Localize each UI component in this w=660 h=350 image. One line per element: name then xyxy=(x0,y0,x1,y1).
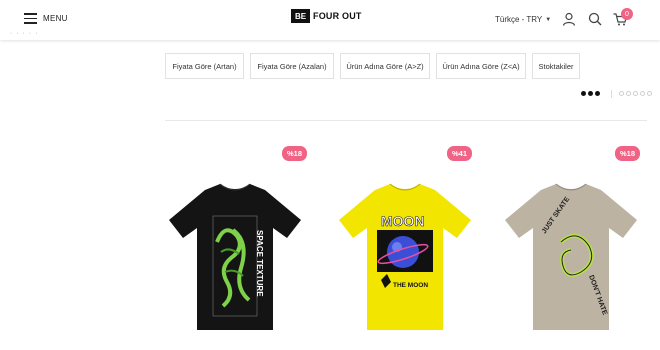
product-image: JUST SKATE DON'T HATE xyxy=(505,183,637,330)
product-image: MOON THE MOON xyxy=(339,183,471,330)
sort-name-asc-button[interactable]: Ürün Adına Göre (A>Z) xyxy=(340,53,430,79)
svg-text:SPACE TEXTURE: SPACE TEXTURE xyxy=(255,230,264,297)
discount-badge: %18 xyxy=(615,146,640,161)
sort-in-stock-button[interactable]: Stoktakiler xyxy=(532,53,580,79)
language-currency-selector[interactable]: Türkçe - TRY ▼ xyxy=(495,15,551,24)
divider xyxy=(165,120,647,121)
cart-count-badge: 0 xyxy=(621,8,633,20)
menu-label: MENU xyxy=(43,14,68,23)
chevron-down-icon: ▼ xyxy=(545,16,552,23)
sort-name-desc-button[interactable]: Ürün Adına Göre (Z<A) xyxy=(436,53,526,79)
logo[interactable]: BE FOUR OUT xyxy=(291,9,362,23)
grid-3-view-toggle[interactable] xyxy=(581,91,600,96)
logo-text: FOUR OUT xyxy=(313,11,362,21)
language-currency-label: Türkçe - TRY xyxy=(495,15,543,24)
sort-price-asc-button[interactable]: Fiyata Göre (Artan) xyxy=(165,53,244,79)
product-card[interactable]: %18 SPACE TEXTURE xyxy=(165,140,307,340)
sort-options: Fiyata Göre (Artan) Fiyata Göre (Azalan)… xyxy=(165,53,580,79)
menu-button[interactable]: MENU xyxy=(24,13,68,24)
svg-text:THE MOON: THE MOON xyxy=(393,282,428,289)
sort-price-desc-button[interactable]: Fiyata Göre (Azalan) xyxy=(250,53,334,79)
grid-5-view-toggle[interactable] xyxy=(619,91,652,96)
discount-badge: %18 xyxy=(282,146,307,161)
hamburger-icon xyxy=(24,13,37,24)
product-image: SPACE TEXTURE xyxy=(169,183,301,330)
product-card[interactable]: %41 MOON THE MOON xyxy=(337,140,477,340)
breadcrumb: · · · · · xyxy=(10,30,39,37)
user-icon[interactable] xyxy=(561,11,577,27)
discount-badge: %41 xyxy=(447,146,472,161)
view-divider xyxy=(611,90,612,98)
product-card[interactable]: %18 JUST SKATE DON'T HATE xyxy=(505,140,645,340)
site-header: MENU BE FOUR OUT Türkçe - TRY ▼ 0 xyxy=(0,0,660,40)
svg-text:MOON: MOON xyxy=(381,213,425,229)
search-icon[interactable] xyxy=(587,11,603,27)
logo-mark: BE xyxy=(291,9,310,23)
